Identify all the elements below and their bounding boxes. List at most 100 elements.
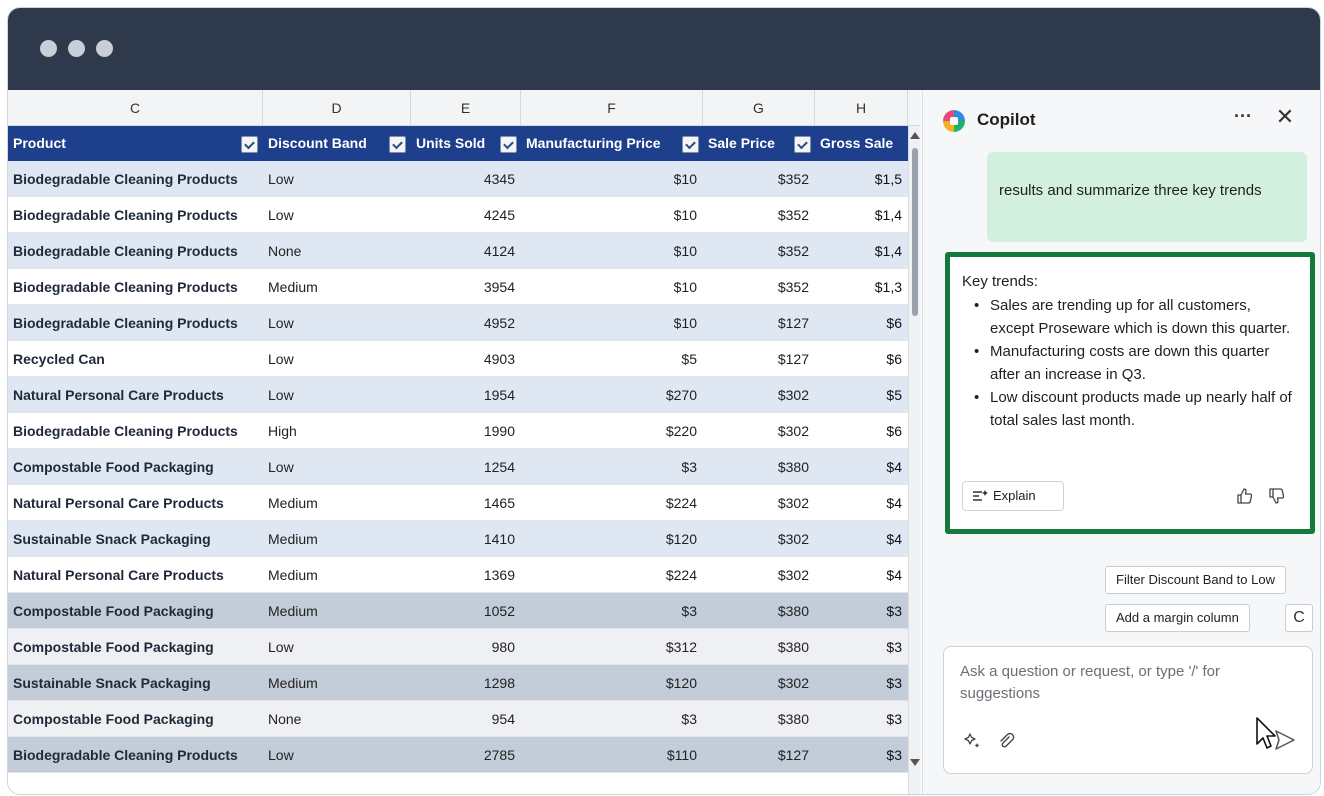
cell-product[interactable]: Natural Personal Care Products bbox=[8, 377, 263, 413]
thumbs-down-icon[interactable] bbox=[1268, 487, 1286, 505]
cell-units-sold[interactable]: 4952 bbox=[411, 305, 521, 341]
cell-units-sold[interactable]: 4345 bbox=[411, 161, 521, 197]
cell-discount-band[interactable]: Low bbox=[263, 449, 411, 485]
table-row[interactable]: Biodegradable Cleaning Products Low 4952 $1… bbox=[8, 305, 908, 341]
cell-gross-sale[interactable]: $1,5 bbox=[815, 161, 908, 197]
table-row[interactable]: Compostable Food Packaging Low 1254 $3 $380 $… bbox=[8, 449, 908, 485]
cell-product[interactable]: Compostable Food Packaging bbox=[8, 449, 263, 485]
cell-gross-sale[interactable]: $3 bbox=[815, 629, 908, 665]
cell-manufacturing-price[interactable]: $270 bbox=[521, 377, 703, 413]
cell-units-sold[interactable]: 1990 bbox=[411, 413, 521, 449]
table-row[interactable]: Biodegradable Cleaning Products Low 4345 $1… bbox=[8, 161, 908, 197]
table-row[interactable]: Natural Personal Care Products Low 1954 $27… bbox=[8, 377, 908, 413]
more-options-button[interactable]: ··· bbox=[1229, 104, 1257, 132]
filter-dropdown-icon[interactable] bbox=[500, 136, 517, 153]
cell-gross-sale[interactable]: $4 bbox=[815, 521, 908, 557]
header-gross-sale[interactable]: Gross Sale bbox=[815, 126, 908, 161]
cell-sale-price[interactable]: $127 bbox=[703, 737, 815, 773]
cell-gross-sale[interactable]: $3 bbox=[815, 737, 908, 773]
cell-sale-price[interactable]: $352 bbox=[703, 197, 815, 233]
cell-manufacturing-price[interactable]: $120 bbox=[521, 521, 703, 557]
column-letter-d[interactable]: D bbox=[263, 90, 411, 126]
column-letter-c[interactable]: C bbox=[8, 90, 263, 126]
cell-sale-price[interactable]: $127 bbox=[703, 341, 815, 377]
cell-discount-band[interactable]: Low bbox=[263, 341, 411, 377]
cell-manufacturing-price[interactable]: $5 bbox=[521, 341, 703, 377]
table-row[interactable]: Biodegradable Cleaning Products High 1990 $… bbox=[8, 413, 908, 449]
cell-discount-band[interactable]: Low bbox=[263, 161, 411, 197]
cell-discount-band[interactable]: Medium bbox=[263, 269, 411, 305]
cell-discount-band[interactable]: Medium bbox=[263, 593, 411, 629]
header-product[interactable]: Product bbox=[8, 126, 263, 161]
cell-product[interactable]: Sustainable Snack Packaging bbox=[8, 665, 263, 701]
cell-units-sold[interactable]: 954 bbox=[411, 701, 521, 737]
explain-button[interactable]: Explain bbox=[962, 481, 1064, 511]
cell-product[interactable]: Biodegradable Cleaning Products bbox=[8, 413, 263, 449]
cell-product[interactable]: Natural Personal Care Products bbox=[8, 485, 263, 521]
cell-gross-sale[interactable]: $4 bbox=[815, 557, 908, 593]
header-discount-band[interactable]: Discount Band bbox=[263, 126, 411, 161]
cell-product[interactable]: Compostable Food Packaging bbox=[8, 701, 263, 737]
scroll-thumb[interactable] bbox=[912, 148, 918, 316]
cell-sale-price[interactable]: $302 bbox=[703, 521, 815, 557]
cell-manufacturing-price[interactable]: $10 bbox=[521, 233, 703, 269]
column-letter-h[interactable]: H bbox=[815, 90, 908, 126]
cell-discount-band[interactable]: Low bbox=[263, 737, 411, 773]
cell-discount-band[interactable]: Low bbox=[263, 377, 411, 413]
cell-discount-band[interactable]: None bbox=[263, 233, 411, 269]
cell-sale-price[interactable]: $127 bbox=[703, 305, 815, 341]
table-row[interactable]: Biodegradable Cleaning Products Low 2785 $1… bbox=[8, 737, 908, 773]
cell-discount-band[interactable]: Low bbox=[263, 305, 411, 341]
filter-dropdown-icon[interactable] bbox=[682, 136, 699, 153]
filter-dropdown-icon[interactable] bbox=[794, 136, 811, 153]
header-manufacturing-price[interactable]: Manufacturing Price bbox=[521, 126, 703, 161]
cell-discount-band[interactable]: Medium bbox=[263, 665, 411, 701]
cell-sale-price[interactable]: $302 bbox=[703, 665, 815, 701]
cell-gross-sale[interactable]: $3 bbox=[815, 593, 908, 629]
close-dot[interactable] bbox=[40, 40, 57, 57]
cell-manufacturing-price[interactable]: $220 bbox=[521, 413, 703, 449]
cell-manufacturing-price[interactable]: $3 bbox=[521, 701, 703, 737]
close-pane-button[interactable]: ✕ bbox=[1271, 104, 1299, 132]
scroll-up-icon[interactable] bbox=[910, 132, 920, 139]
cell-sale-price[interactable]: $302 bbox=[703, 557, 815, 593]
cell-sale-price[interactable]: $302 bbox=[703, 485, 815, 521]
cell-manufacturing-price[interactable]: $110 bbox=[521, 737, 703, 773]
cell-manufacturing-price[interactable]: $10 bbox=[521, 197, 703, 233]
table-row[interactable]: Biodegradable Cleaning Products None 4124 $… bbox=[8, 233, 908, 269]
cell-discount-band[interactable]: Low bbox=[263, 197, 411, 233]
table-row[interactable]: Natural Personal Care Products Medium 1369… bbox=[8, 557, 908, 593]
table-row[interactable]: Compostable Food Packaging None 954 $3 $380 $… bbox=[8, 701, 908, 737]
cell-gross-sale[interactable]: $4 bbox=[815, 449, 908, 485]
cell-discount-band[interactable]: Low bbox=[263, 629, 411, 665]
filter-dropdown-icon[interactable] bbox=[389, 136, 406, 153]
cell-units-sold[interactable]: 3954 bbox=[411, 269, 521, 305]
column-letter-g[interactable]: G bbox=[703, 90, 815, 126]
cell-sale-price[interactable]: $302 bbox=[703, 377, 815, 413]
thumbs-up-icon[interactable] bbox=[1236, 487, 1254, 505]
suggestion-filter-discount-band[interactable]: Filter Discount Band to Low bbox=[1105, 566, 1286, 594]
cell-units-sold[interactable]: 1298 bbox=[411, 665, 521, 701]
cell-sale-price[interactable]: $380 bbox=[703, 701, 815, 737]
cell-product[interactable]: Biodegradable Cleaning Products bbox=[8, 305, 263, 341]
scroll-down-icon[interactable] bbox=[910, 759, 920, 766]
table-row[interactable]: Biodegradable Cleaning Products Medium 395… bbox=[8, 269, 908, 305]
cell-sale-price[interactable]: $380 bbox=[703, 449, 815, 485]
header-units-sold[interactable]: Units Sold bbox=[411, 126, 521, 161]
cell-discount-band[interactable]: Medium bbox=[263, 521, 411, 557]
cell-units-sold[interactable]: 2785 bbox=[411, 737, 521, 773]
attach-paperclip-icon[interactable] bbox=[996, 731, 1016, 751]
cell-discount-band[interactable]: High bbox=[263, 413, 411, 449]
cell-units-sold[interactable]: 1254 bbox=[411, 449, 521, 485]
maximize-dot[interactable] bbox=[96, 40, 113, 57]
cell-manufacturing-price[interactable]: $120 bbox=[521, 665, 703, 701]
cell-sale-price[interactable]: $352 bbox=[703, 233, 815, 269]
column-letter-e[interactable]: E bbox=[411, 90, 521, 126]
cell-manufacturing-price[interactable]: $3 bbox=[521, 449, 703, 485]
cell-gross-sale[interactable]: $5 bbox=[815, 377, 908, 413]
cell-units-sold[interactable]: 1052 bbox=[411, 593, 521, 629]
column-letter-f[interactable]: F bbox=[521, 90, 703, 126]
table-row[interactable]: Natural Personal Care Products Medium 1465… bbox=[8, 485, 908, 521]
cell-units-sold[interactable]: 1410 bbox=[411, 521, 521, 557]
cell-gross-sale[interactable]: $1,4 bbox=[815, 233, 908, 269]
